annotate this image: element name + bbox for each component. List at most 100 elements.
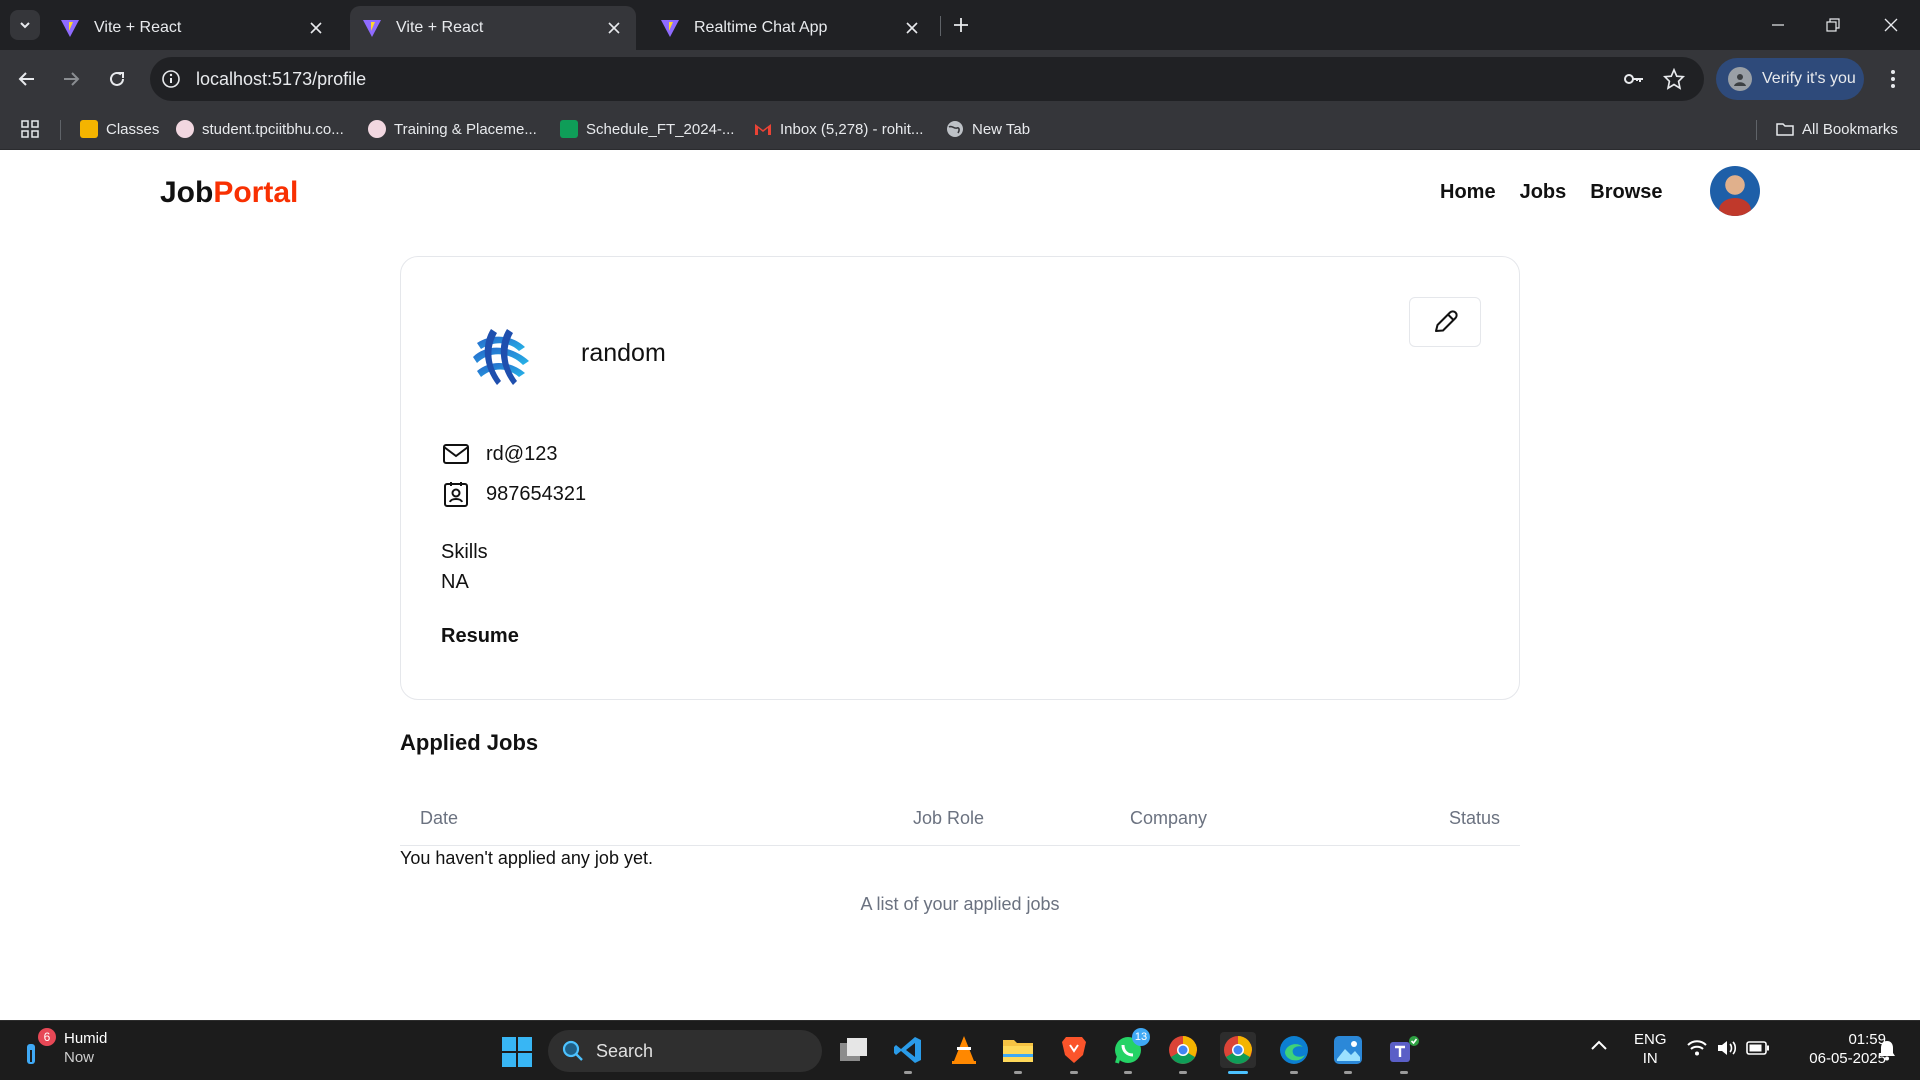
reload-button[interactable] [104,66,130,92]
clock-date: 06-05-2025 [1809,1050,1886,1067]
all-bookmarks-button[interactable]: All Bookmarks [1776,117,1898,141]
site-logo[interactable]: JobPortal [160,176,298,210]
whatsapp-app[interactable]: 13 [1110,1028,1150,1074]
profile-avatar-icon [1728,67,1752,91]
chrome-app[interactable] [1165,1032,1201,1074]
notification-center-button[interactable] [1876,1039,1898,1061]
battery-status[interactable] [1746,1041,1770,1055]
start-button[interactable] [502,1037,532,1067]
bookmark-label: Classes [106,120,160,138]
network-status[interactable] [1686,1039,1708,1057]
url-text: localhost:5173/profile [196,68,367,89]
teams-icon [1390,1036,1419,1062]
minimize-icon [1772,24,1784,26]
bookmark-label: Training & Placeme... [394,120,537,138]
nav-link-jobs[interactable]: Jobs [1520,181,1567,204]
browser-tab-3[interactable]: Realtime Chat App [648,6,934,50]
input-language-indicator[interactable]: ENG IN [1634,1030,1667,1068]
weather-sub-label: Now [64,1049,95,1066]
bookmark-schedule[interactable]: Schedule_FT_2024-... [560,117,734,141]
user-avatar[interactable] [1710,166,1760,216]
volume-control[interactable] [1716,1039,1738,1057]
minimize-button[interactable] [1763,12,1793,38]
skills-label: Skills [441,541,488,563]
pencil-icon [1435,310,1458,332]
browser-tab-1[interactable]: Vite + React [48,6,338,50]
bookmark-new-tab[interactable]: New Tab [946,117,1030,141]
globe-icon [947,121,963,137]
applied-jobs-title: Applied Jobs [400,730,539,755]
logo-accent: Portal [213,176,299,209]
speaker-icon [1718,1041,1737,1055]
folder-icon [1776,123,1794,136]
close-tab-icon[interactable] [902,18,922,38]
edit-profile-button[interactable] [1409,297,1481,347]
nav-links: Home Jobs Browse [1440,181,1663,204]
verify-identity-button[interactable]: Verify it's you [1716,58,1864,100]
bookmark-training-placement[interactable]: Training & Placeme... [368,117,537,141]
brave-app[interactable] [1056,1032,1092,1074]
site-info-icon[interactable] [158,66,184,92]
vite-icon [363,20,381,37]
bookmark-star-icon[interactable] [1662,67,1686,91]
nav-link-browse[interactable]: Browse [1590,181,1662,204]
new-tab-button[interactable] [948,12,974,38]
google-sheets-icon [560,120,578,138]
applied-jobs-table: Date Job Role Company Status You haven't… [400,790,1520,914]
clock-time: 01:59 [1848,1031,1886,1048]
bookmarks-divider [60,120,61,140]
tab-divider [940,16,941,36]
password-key-icon[interactable] [1622,67,1646,91]
teams-app[interactable] [1386,1032,1422,1074]
bookmark-student-tpc[interactable]: student.tpciitbhu.co... [176,117,344,141]
contact-card-icon [441,479,471,509]
browser-menu-button[interactable] [1880,66,1906,92]
bookmark-gmail-inbox[interactable]: Inbox (5,278) - rohit... [754,117,923,141]
resume-label: Resume [441,625,519,647]
vite-icon [61,20,79,37]
arrow-left-icon [18,72,34,86]
bookmark-classes[interactable]: Classes [80,117,159,141]
restore-button[interactable] [1818,12,1848,38]
photos-app[interactable] [1330,1032,1366,1074]
phone-value: 987654321 [486,482,587,505]
tab-title: Realtime Chat App [694,19,828,36]
apps-grid-button[interactable] [20,117,40,141]
forward-button[interactable] [58,66,84,92]
browser-tab-2[interactable]: Vite + React [350,6,636,50]
windows-logo-tile [502,1037,516,1051]
task-view-button[interactable] [836,1032,872,1068]
vscode-app[interactable] [890,1032,926,1074]
close-window-button[interactable] [1876,12,1906,38]
tpc-site-icon [368,120,386,138]
language-code: ENG [1634,1031,1667,1048]
nav-link-home[interactable]: Home [1440,181,1496,204]
edge-app[interactable] [1276,1032,1312,1074]
chrome-icon [1224,1036,1252,1064]
tab-title: Vite + React [94,19,182,36]
back-button[interactable] [14,66,40,92]
bookmarks-bar: Classes student.tpciitbhu.co... Training… [0,108,1920,150]
taskbar-search-box[interactable]: Search [548,1030,822,1072]
close-tab-icon[interactable] [306,18,326,38]
windows-logo-tile [518,1037,532,1051]
show-hidden-icons-button[interactable] [1590,1039,1608,1051]
whatsapp-unread-badge: 13 [1132,1028,1150,1046]
vscode-icon [894,1037,921,1063]
tab-search-button[interactable] [10,10,40,40]
close-tab-icon[interactable] [604,18,624,38]
windows-logo-tile [518,1053,532,1067]
search-icon [562,1040,583,1061]
close-icon [1884,18,1898,32]
chrome-profile-app[interactable] [1220,1032,1256,1074]
weather-widget[interactable]: 6 Humid Now [22,1028,107,1067]
vlc-app[interactable] [946,1032,982,1068]
address-bar[interactable]: localhost:5173/profile [150,57,1704,101]
empty-table-message: You haven't applied any job yet. [400,848,653,868]
table-header: Date Job Role Company Status [400,790,1520,846]
google-classroom-icon [80,120,98,138]
system-clock[interactable]: 01:59 06-05-2025 [1786,1030,1886,1068]
tab-title: Vite + React [396,19,484,36]
phone-row: 987654321 [441,479,586,509]
file-explorer-app[interactable] [1000,1032,1036,1074]
